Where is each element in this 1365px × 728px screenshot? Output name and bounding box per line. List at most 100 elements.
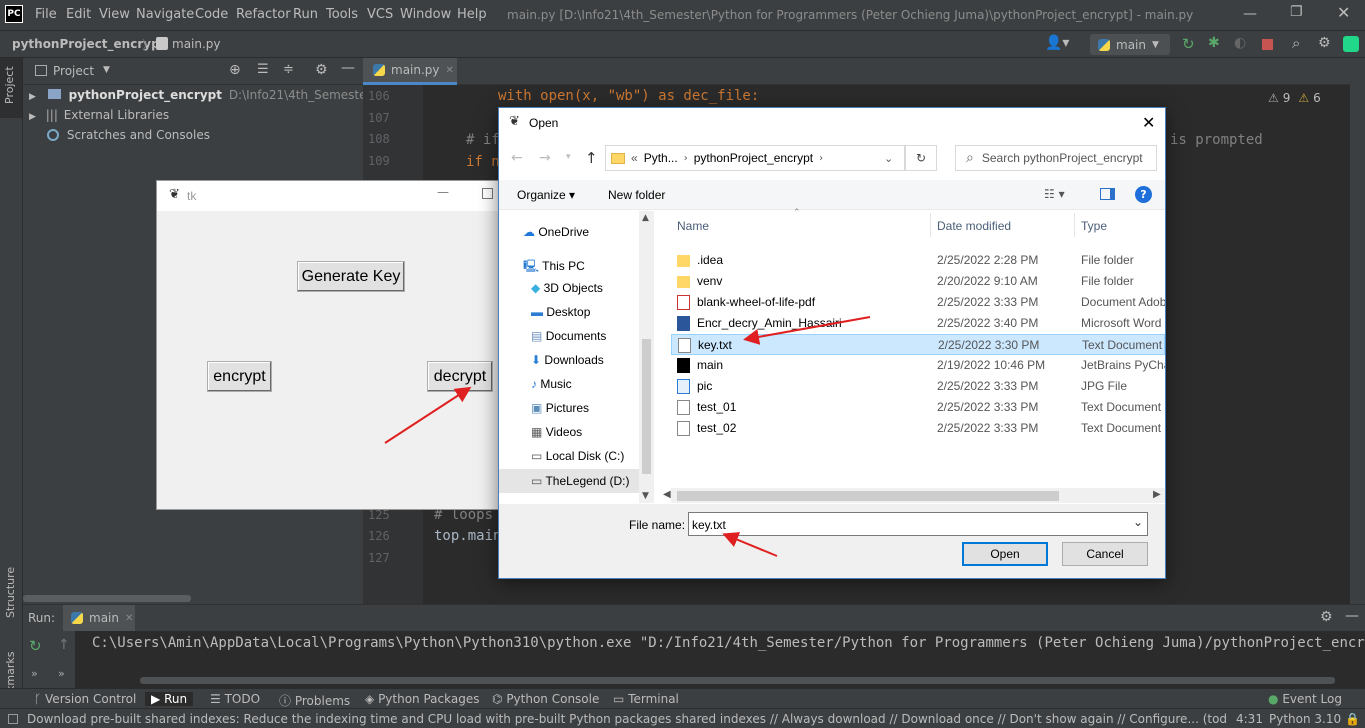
restore-icon[interactable]: ❐: [1290, 4, 1303, 20]
back-icon[interactable]: ←: [511, 150, 523, 166]
rerun-icon[interactable]: ↻: [29, 637, 42, 655]
user-icon[interactable]: 👤▾: [1045, 35, 1069, 51]
new-folder-button[interactable]: New folder: [608, 188, 665, 202]
horizontal-scrollbar[interactable]: [23, 595, 191, 602]
nav-music[interactable]: ♪ Music: [531, 377, 572, 391]
menu-run[interactable]: Run: [293, 7, 318, 22]
decrypt-button[interactable]: decrypt: [427, 361, 493, 392]
menu-window[interactable]: Window: [400, 7, 451, 22]
scrollbar-thumb[interactable]: [677, 491, 1059, 501]
collapse-all-icon[interactable]: ≑: [283, 62, 294, 77]
locate-icon[interactable]: ⊕: [229, 62, 241, 78]
menu-vcs[interactable]: VCS: [367, 7, 393, 22]
nav-local-disk[interactable]: ▭ Local Disk (C:): [531, 449, 624, 463]
chevron-down-icon[interactable]: ▼: [103, 65, 110, 75]
console-scrollbar[interactable]: [140, 677, 1335, 684]
arrow-up-icon[interactable]: ↑: [58, 637, 70, 653]
status-message[interactable]: Download pre-built shared indexes: Reduc…: [27, 712, 1227, 726]
project-view-selector[interactable]: Project: [53, 64, 94, 78]
chevron-right-icon[interactable]: ▶: [1153, 489, 1161, 500]
tool-version-control[interactable]: ᚴ Version Control: [34, 692, 136, 706]
stop-icon[interactable]: [1262, 39, 1273, 50]
code-line[interactable]: # if: [466, 132, 500, 148]
menu-help[interactable]: Help: [457, 7, 487, 22]
hide-icon[interactable]: —: [1345, 608, 1359, 624]
run-config-selector[interactable]: main ▼: [1090, 34, 1170, 55]
encrypt-button[interactable]: encrypt: [207, 361, 272, 392]
hide-icon[interactable]: —: [341, 60, 355, 76]
menu-code[interactable]: Code: [195, 7, 228, 22]
chevron-down-icon[interactable]: ▼: [642, 491, 649, 501]
tool-python-packages[interactable]: ◈ Python Packages: [365, 692, 479, 706]
file-row[interactable]: Encr_decry_Amin_Hassairi 2/25/2022 3:40 P…: [671, 313, 1165, 334]
close-icon[interactable]: ✕: [446, 65, 454, 76]
nav-desktop[interactable]: ▬ Desktop: [531, 305, 590, 319]
column-name[interactable]: Name: [677, 219, 709, 233]
column-date-modified[interactable]: Date modified: [937, 219, 1011, 233]
file-row[interactable]: test_02 2/25/2022 3:33 PM Text Document: [671, 418, 1165, 439]
tool-python-console[interactable]: ⌬ Python Console: [492, 692, 599, 706]
inspection-widget[interactable]: ⚠ 9 ⚠ 6: [1268, 91, 1321, 105]
run-tab-main[interactable]: main ✕: [63, 605, 135, 631]
tab-main-py[interactable]: main.py ✕: [363, 58, 457, 85]
square-icon[interactable]: [8, 714, 18, 724]
close-icon[interactable]: ✕: [1142, 113, 1155, 132]
nav-scrollbar[interactable]: ▲ ▼: [639, 211, 654, 503]
recent-icon[interactable]: ▾: [566, 152, 571, 162]
caret-position[interactable]: 4:31: [1236, 712, 1263, 726]
nav-this-pc[interactable]: 🖳 This PC: [523, 257, 585, 278]
column-type[interactable]: Type: [1081, 219, 1107, 233]
open-button[interactable]: Open: [962, 542, 1048, 566]
chevron-up-icon[interactable]: ▲: [642, 213, 649, 223]
code-line[interactable]: with open(x, "wb") as dec_file:: [498, 88, 759, 104]
pycharm-icon[interactable]: [1343, 36, 1359, 52]
chevron-left-icon[interactable]: ◀: [663, 489, 671, 500]
chevron-down-icon[interactable]: ⌄: [884, 152, 893, 165]
filename-input[interactable]: key.txt ⌄: [688, 512, 1148, 536]
column-divider[interactable]: [1074, 213, 1075, 237]
expand-icon[interactable]: »: [31, 667, 38, 680]
file-row[interactable]: venv 2/20/2022 9:10 AM File folder: [671, 271, 1165, 292]
expand-icon[interactable]: »: [58, 667, 65, 680]
file-row[interactable]: blank-wheel-of-life-pdf 2/25/2022 3:33 PM…: [671, 292, 1165, 313]
menu-edit[interactable]: Edit: [66, 7, 91, 22]
file-row[interactable]: test_01 2/25/2022 3:33 PM Text Document: [671, 397, 1165, 418]
up-icon[interactable]: ↑: [585, 149, 598, 167]
tree-item-project[interactable]: ▶ pythonProject_encrypt D:\Info21\4th_Se…: [29, 88, 417, 102]
tree-item-external-libraries[interactable]: ▶ ||| External Libraries: [29, 108, 169, 122]
nav-documents[interactable]: ▤ Documents: [531, 329, 606, 343]
forward-icon[interactable]: →: [539, 150, 551, 166]
debug-icon[interactable]: ✱: [1208, 35, 1220, 51]
tree-item-scratches[interactable]: Scratches and Consoles: [47, 128, 210, 142]
tool-problems[interactable]: ⓘ Problems: [279, 692, 350, 709]
organize-menu[interactable]: Organize ▾: [517, 188, 575, 202]
address-bar[interactable]: « Pyth... › pythonProject_encrypt › ⌄: [605, 145, 905, 171]
maximize-icon[interactable]: [482, 188, 493, 199]
close-icon[interactable]: ✕: [1337, 3, 1350, 22]
coverage-icon[interactable]: ◐: [1234, 35, 1246, 51]
interpreter[interactable]: Python 3.10: [1269, 712, 1341, 726]
nav-thelegend-drive[interactable]: ▭ TheLegend (D:): [499, 469, 639, 493]
breadcrumb-file[interactable]: main.py: [172, 37, 221, 51]
rerun-icon[interactable]: ↻: [1182, 35, 1195, 53]
nav-3d-objects[interactable]: ◆ 3D Objects: [531, 281, 603, 295]
expand-all-icon[interactable]: ☰: [257, 62, 269, 77]
file-row[interactable]: pic 2/25/2022 3:33 PM JPG File: [671, 376, 1165, 397]
cancel-button[interactable]: Cancel: [1062, 542, 1148, 566]
menu-refactor[interactable]: Refactor: [236, 7, 291, 22]
address-segment[interactable]: pythonProject_encrypt: [694, 151, 813, 165]
column-divider[interactable]: [930, 213, 931, 237]
search-icon[interactable]: ⌕: [1292, 34, 1300, 52]
structure-tool-label[interactable]: Structure: [4, 567, 17, 618]
nav-videos[interactable]: ▦ Videos: [531, 425, 582, 439]
menu-view[interactable]: View: [99, 7, 130, 22]
search-box[interactable]: ⌕ Search pythonProject_encrypt: [955, 145, 1157, 171]
code-line[interactable]: top.main: [434, 528, 501, 544]
menu-tools[interactable]: Tools: [326, 7, 358, 22]
address-segment[interactable]: Pyth...: [644, 151, 678, 165]
tool-event-log[interactable]: ● Event Log: [1268, 692, 1342, 706]
lock-icon[interactable]: 🔒: [1345, 712, 1360, 726]
close-icon[interactable]: ✕: [125, 613, 133, 624]
minimize-icon[interactable]: —: [437, 185, 449, 199]
gear-icon[interactable]: ⚙: [315, 62, 328, 78]
